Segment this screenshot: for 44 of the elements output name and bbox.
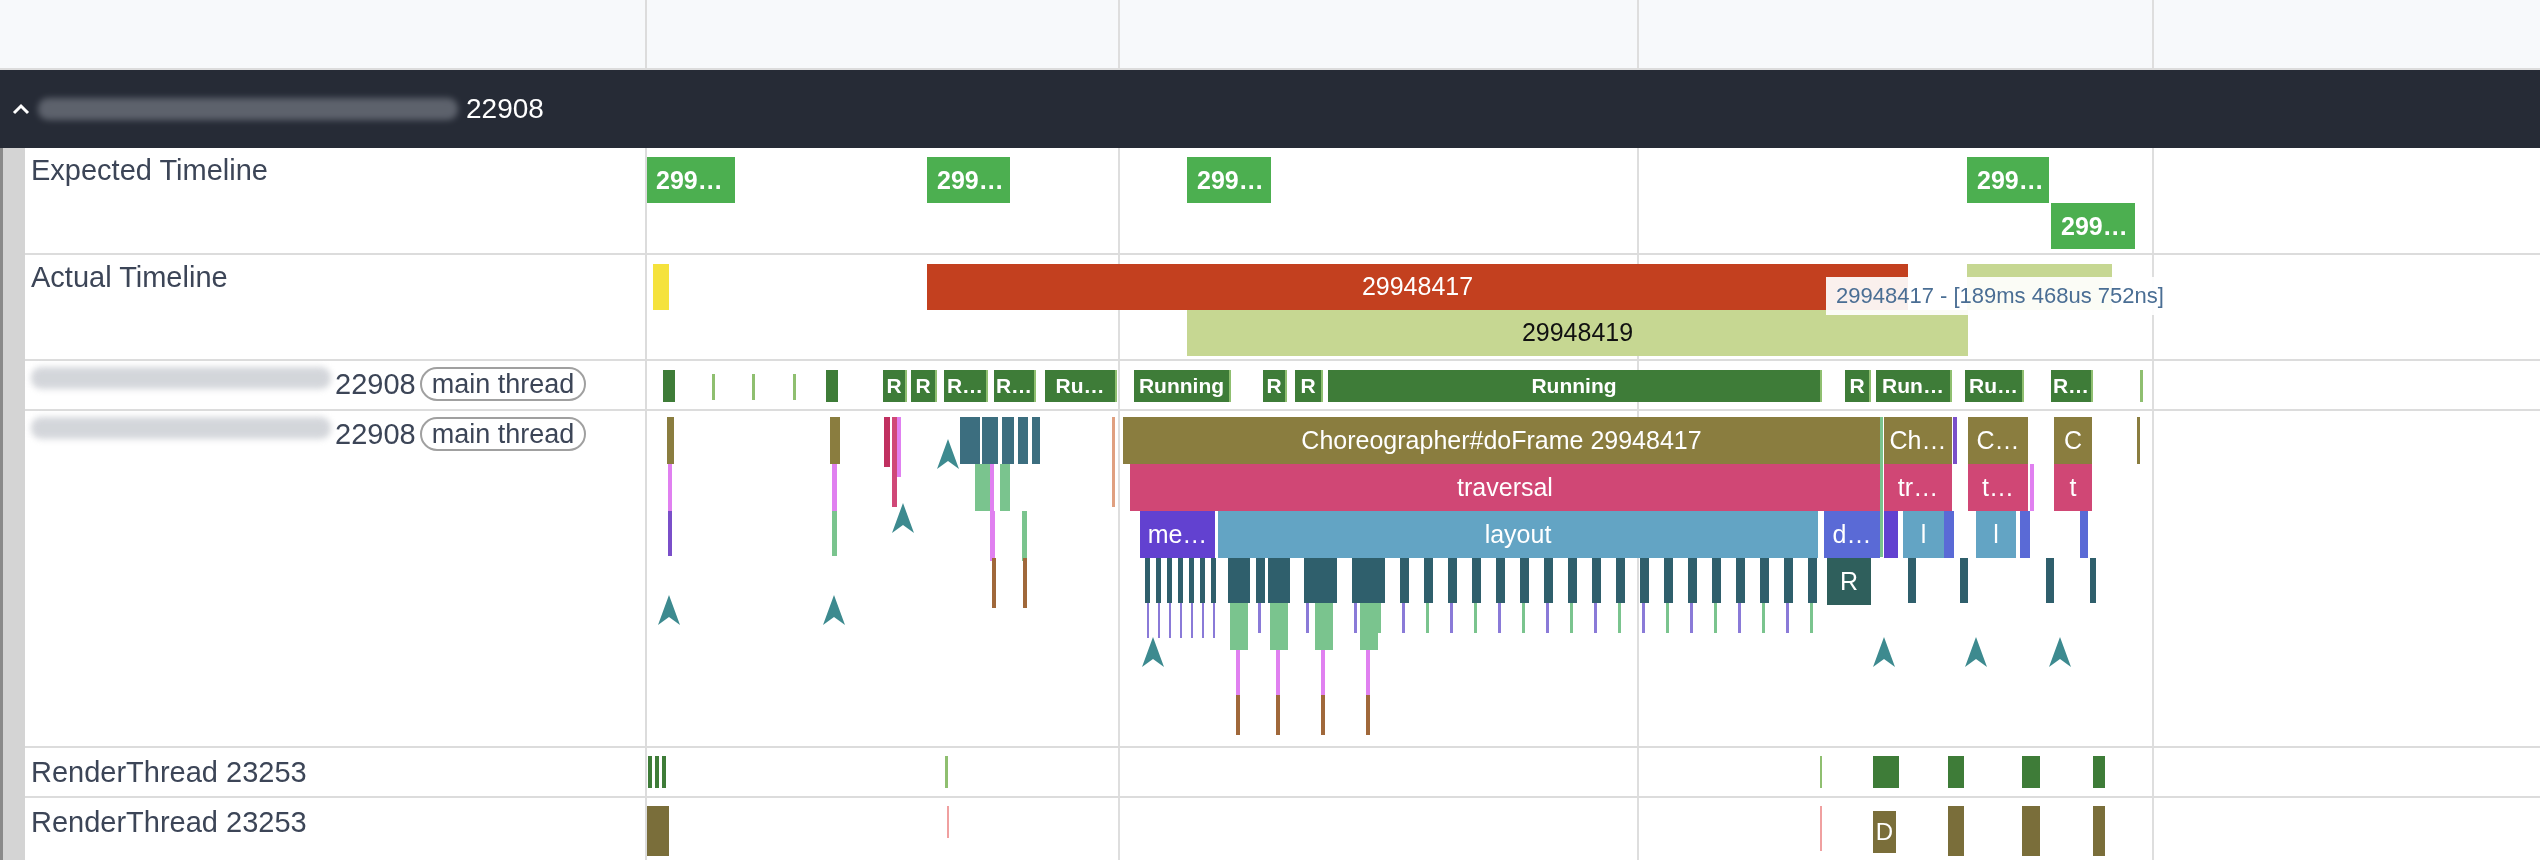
frame-slice[interactable]: 299… <box>2051 203 2137 249</box>
trace-slice[interactable]: C <box>2054 417 2092 465</box>
trace-slice[interactable]: R <box>1827 558 1871 606</box>
trace-slice[interactable]: C… <box>1968 417 2028 465</box>
thread-name: 22908 <box>335 367 416 402</box>
trace-slice[interactable]: traversal <box>1130 464 1880 512</box>
state-slice[interactable]: R <box>911 370 937 403</box>
state-slice[interactable]: R… <box>944 370 988 403</box>
frame-slice[interactable]: 299… <box>927 157 1012 203</box>
state-slice[interactable]: Ru… <box>1965 370 2024 403</box>
frame-slice[interactable]: 299… <box>1967 157 2051 203</box>
frame-slice[interactable]: 29948419 <box>1187 309 1968 356</box>
trace-slice[interactable]: d… <box>1824 511 1880 559</box>
thread-name: 22908 <box>335 417 416 452</box>
trace-slice[interactable]: t <box>2054 464 2092 512</box>
trace-slice[interactable]: me… <box>1140 511 1215 559</box>
process-name: 22908 <box>466 93 544 125</box>
thread-tag: main thread <box>419 367 587 402</box>
state-slice[interactable]: Ru… <box>1045 370 1117 403</box>
track-label: Actual Timeline <box>31 260 228 294</box>
trace-slice[interactable]: l <box>1976 511 2016 559</box>
collapse-icon[interactable] <box>12 103 30 115</box>
state-slice[interactable]: R… <box>2051 370 2093 403</box>
trace-slice[interactable]: layout <box>1218 511 1818 559</box>
trace-slice[interactable]: tr… <box>1884 464 1952 512</box>
trace-slice[interactable]: t… <box>1968 464 2028 512</box>
state-slice[interactable]: R <box>1295 370 1323 403</box>
frame-slice[interactable]: 299… <box>1187 157 1273 203</box>
state-slice[interactable]: R <box>883 370 907 403</box>
thread-tag: main thread <box>419 417 587 452</box>
trace-slice[interactable]: Ch… <box>1884 417 1952 465</box>
track-label: Expected Timeline <box>31 154 268 187</box>
state-slice[interactable]: R <box>1845 370 1871 403</box>
state-slice[interactable]: Running <box>1134 370 1231 403</box>
thread-name: RenderThread 23253 <box>31 756 307 790</box>
state-slice[interactable]: R <box>1263 370 1287 403</box>
frame-slice[interactable]: 299… <box>647 157 737 203</box>
state-slice[interactable]: R… <box>994 370 1036 403</box>
trace-slice[interactable]: D <box>1873 811 1896 854</box>
state-slice[interactable]: Run… <box>1876 370 1952 403</box>
thread-name: RenderThread 23253 <box>31 806 307 840</box>
trace-slice[interactable]: Choreographer#doFrame 29948417 <box>1123 417 1880 465</box>
trace-slice[interactable]: l <box>1903 511 1944 559</box>
state-slice[interactable]: Running <box>1328 370 1822 403</box>
